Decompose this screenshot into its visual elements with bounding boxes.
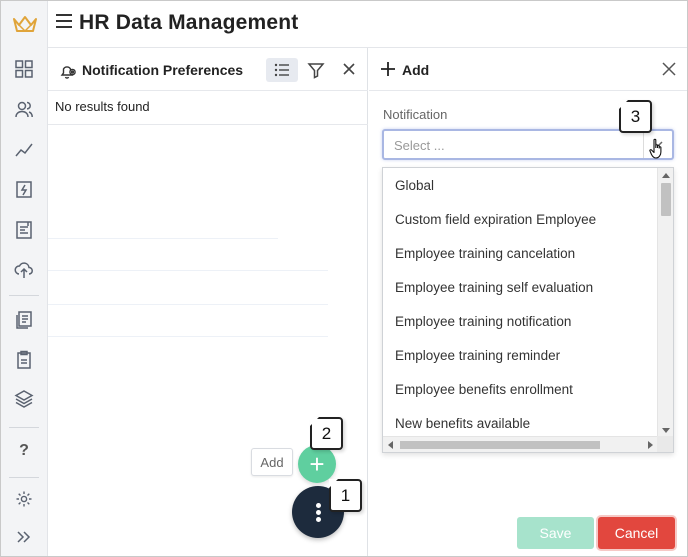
top-header: HR Data Management	[48, 1, 687, 48]
grid-icon[interactable]	[13, 58, 35, 80]
hand-cursor-icon	[649, 138, 662, 159]
clipboard-icon[interactable]	[13, 349, 35, 371]
notification-field-label: Notification	[383, 107, 448, 122]
double-chevron-icon[interactable]	[13, 526, 35, 548]
help-icon[interactable]: ?	[13, 440, 35, 462]
close-icon[interactable]	[340, 60, 358, 78]
notification-options-dropdown: Global Custom field expiration Employee Em…	[382, 167, 674, 453]
scroll-up-icon[interactable]	[662, 173, 670, 178]
options-list: Global Custom field expiration Employee Em…	[383, 168, 658, 440]
horizontal-scrollbar[interactable]	[383, 436, 658, 452]
scroll-down-icon[interactable]	[662, 428, 670, 433]
hamburger-menu-icon[interactable]	[56, 14, 72, 28]
vertical-dots-icon	[315, 501, 321, 524]
notification-preferences-panel: Notification Preferences No results foun…	[48, 48, 368, 556]
dropdown-option[interactable]: Employee training self evaluation	[383, 270, 658, 304]
cloud-upload-icon[interactable]	[13, 259, 35, 281]
filter-icon[interactable]	[306, 60, 326, 80]
dropdown-option[interactable]: Global	[383, 168, 658, 202]
app-window: ? HR Data Management Notification Prefer…	[0, 0, 688, 557]
documents-icon[interactable]	[13, 309, 35, 331]
add-panel-header: Add	[369, 48, 687, 91]
chart-icon[interactable]	[13, 138, 35, 160]
report-icon[interactable]	[13, 219, 35, 241]
layers-icon[interactable]	[13, 388, 35, 410]
close-icon[interactable]	[661, 61, 677, 77]
panel-header: Notification Preferences	[48, 48, 368, 91]
add-tooltip-chip[interactable]: Add	[251, 448, 293, 476]
cancel-button[interactable]: Cancel	[598, 517, 675, 549]
logo-icon	[13, 16, 37, 33]
left-nav-rail: ?	[1, 1, 48, 556]
add-fab-button[interactable]: +	[298, 445, 336, 483]
dropdown-option[interactable]: Employee training notification	[383, 304, 658, 338]
panel-title: Notification Preferences	[82, 62, 244, 78]
list-icon	[274, 63, 289, 77]
callout-badge-2: 2	[310, 417, 343, 450]
scroll-right-icon[interactable]	[648, 441, 653, 449]
add-panel-title: Add	[402, 62, 430, 78]
dropdown-option[interactable]: Employee benefits enrollment	[383, 372, 658, 406]
plus-icon	[381, 62, 395, 76]
app-title: HR Data Management	[79, 11, 299, 34]
scroll-thumb[interactable]	[661, 183, 671, 216]
no-results-text: No results found	[55, 99, 150, 114]
list-view-button[interactable]	[266, 58, 298, 82]
vertical-scrollbar[interactable]	[657, 168, 673, 438]
dropdown-option[interactable]: Custom field expiration Employee	[383, 202, 658, 236]
callout-badge-1: 1	[329, 479, 362, 512]
save-button[interactable]: Save	[517, 517, 594, 549]
users-icon[interactable]	[13, 98, 35, 120]
flash-doc-icon[interactable]	[13, 178, 35, 200]
scroll-thumb[interactable]	[400, 441, 600, 449]
scroll-left-icon[interactable]	[388, 441, 393, 449]
gear-icon[interactable]	[13, 488, 35, 510]
notification-select[interactable]: Select ...	[382, 129, 674, 160]
bell-gear-icon	[60, 66, 76, 79]
callout-badge-3: 3	[619, 100, 652, 133]
dropdown-option[interactable]: Employee training reminder	[383, 338, 658, 372]
select-placeholder: Select ...	[394, 138, 445, 153]
dropdown-option[interactable]: New benefits available	[383, 406, 658, 440]
dropdown-option[interactable]: Employee training cancelation	[383, 236, 658, 270]
